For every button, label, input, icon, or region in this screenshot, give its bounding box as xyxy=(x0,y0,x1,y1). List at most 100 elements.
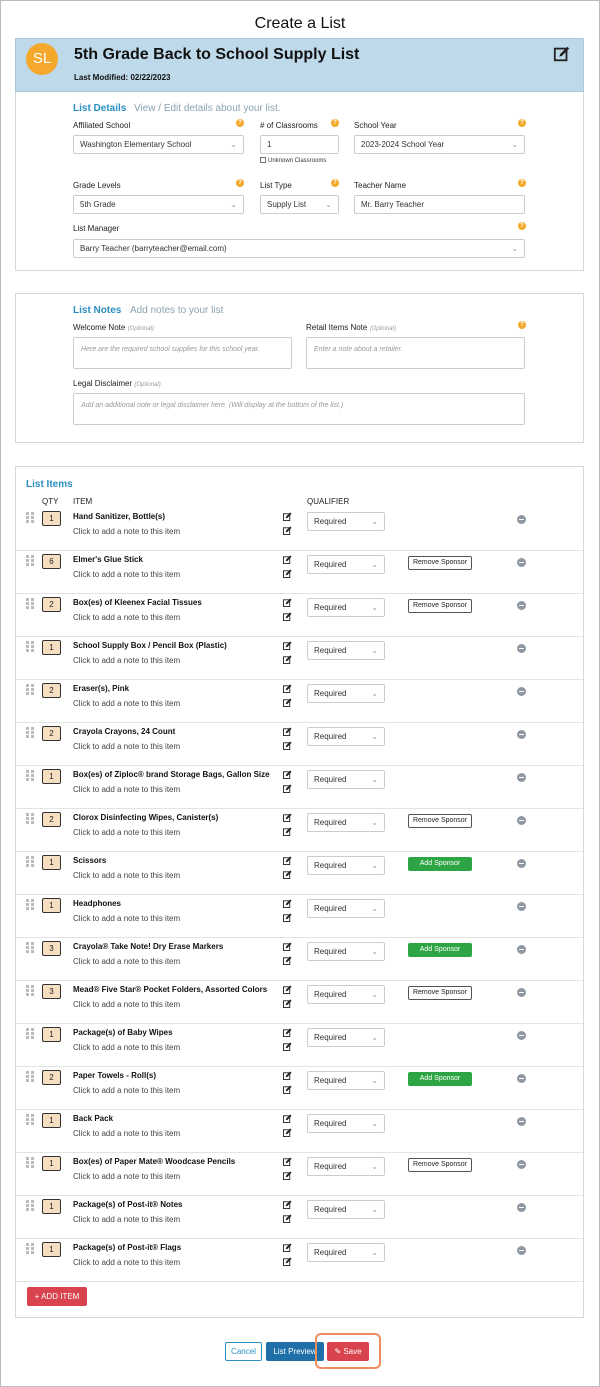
edit-note-icon[interactable] xyxy=(283,1128,292,1137)
drag-handle-icon[interactable] xyxy=(26,598,36,609)
quantity-field[interactable]: 6 xyxy=(42,554,61,569)
qualifier-select[interactable]: Required ⌄ xyxy=(307,598,385,617)
remove-sponsor-button[interactable]: Remove Sponsor xyxy=(408,1158,472,1172)
remove-item-icon[interactable] xyxy=(517,773,526,782)
edit-note-icon[interactable] xyxy=(283,741,292,750)
remove-item-icon[interactable] xyxy=(517,1031,526,1040)
item-note-link[interactable]: Click to add a note to this item xyxy=(73,957,180,966)
qualifier-select[interactable]: Required ⌄ xyxy=(307,512,385,531)
help-icon[interactable]: ? xyxy=(518,119,526,127)
qualifier-select[interactable]: Required ⌄ xyxy=(307,1157,385,1176)
remove-item-icon[interactable] xyxy=(517,515,526,524)
edit-item-icon[interactable] xyxy=(283,985,292,994)
drag-handle-icon[interactable] xyxy=(26,770,36,781)
quantity-field[interactable]: 1 xyxy=(42,1156,61,1171)
legal-disclaimer-textarea[interactable]: Add an additional note or legal disclaim… xyxy=(73,393,525,425)
quantity-field[interactable]: 1 xyxy=(42,1199,61,1214)
item-note-link[interactable]: Click to add a note to this item xyxy=(73,1043,180,1052)
item-note-link[interactable]: Click to add a note to this item xyxy=(73,1129,180,1138)
edit-item-icon[interactable] xyxy=(283,512,292,521)
edit-item-icon[interactable] xyxy=(283,899,292,908)
drag-handle-icon[interactable] xyxy=(26,1071,36,1082)
item-note-link[interactable]: Click to add a note to this item xyxy=(73,1215,180,1224)
qualifier-select[interactable]: Required ⌄ xyxy=(307,770,385,789)
help-icon[interactable]: ? xyxy=(518,321,526,329)
welcome-note-textarea[interactable]: Here are the required school supplies fo… xyxy=(73,337,292,369)
qualifier-select[interactable]: Required ⌄ xyxy=(307,1071,385,1090)
add-item-button[interactable]: + ADD ITEM xyxy=(27,1287,87,1306)
quantity-field[interactable]: 2 xyxy=(42,1070,61,1085)
remove-item-icon[interactable] xyxy=(517,1246,526,1255)
remove-item-icon[interactable] xyxy=(517,1074,526,1083)
edit-note-icon[interactable] xyxy=(283,655,292,664)
quantity-field[interactable]: 1 xyxy=(42,1113,61,1128)
item-note-link[interactable]: Click to add a note to this item xyxy=(73,785,180,794)
help-icon[interactable]: ? xyxy=(331,179,339,187)
drag-handle-icon[interactable] xyxy=(26,555,36,566)
edit-list-icon[interactable] xyxy=(553,45,571,63)
item-note-link[interactable]: Click to add a note to this item xyxy=(73,828,180,837)
quantity-field[interactable]: 2 xyxy=(42,683,61,698)
item-note-link[interactable]: Click to add a note to this item xyxy=(73,613,180,622)
drag-handle-icon[interactable] xyxy=(26,512,36,523)
remove-item-icon[interactable] xyxy=(517,816,526,825)
item-note-link[interactable]: Click to add a note to this item xyxy=(73,914,180,923)
qualifier-select[interactable]: Required ⌄ xyxy=(307,942,385,961)
drag-handle-icon[interactable] xyxy=(26,684,36,695)
edit-note-icon[interactable] xyxy=(283,999,292,1008)
edit-item-icon[interactable] xyxy=(283,942,292,951)
edit-item-icon[interactable] xyxy=(283,1243,292,1252)
quantity-field[interactable]: 1 xyxy=(42,898,61,913)
classrooms-input[interactable]: 1 xyxy=(260,135,339,154)
drag-handle-icon[interactable] xyxy=(26,641,36,652)
edit-note-icon[interactable] xyxy=(283,1171,292,1180)
item-note-link[interactable]: Click to add a note to this item xyxy=(73,742,180,751)
drag-handle-icon[interactable] xyxy=(26,985,36,996)
quantity-field[interactable]: 1 xyxy=(42,511,61,526)
quantity-field[interactable]: 1 xyxy=(42,640,61,655)
checkbox-icon[interactable] xyxy=(260,157,266,163)
remove-item-icon[interactable] xyxy=(517,730,526,739)
edit-note-icon[interactable] xyxy=(283,526,292,535)
edit-note-icon[interactable] xyxy=(283,956,292,965)
help-icon[interactable]: ? xyxy=(236,119,244,127)
edit-item-icon[interactable] xyxy=(283,813,292,822)
drag-handle-icon[interactable] xyxy=(26,1028,36,1039)
qualifier-select[interactable]: Required ⌄ xyxy=(307,813,385,832)
qualifier-select[interactable]: Required ⌄ xyxy=(307,684,385,703)
qualifier-select[interactable]: Required ⌄ xyxy=(307,727,385,746)
remove-item-icon[interactable] xyxy=(517,859,526,868)
qualifier-select[interactable]: Required ⌄ xyxy=(307,856,385,875)
qualifier-select[interactable]: Required ⌄ xyxy=(307,985,385,1004)
edit-note-icon[interactable] xyxy=(283,870,292,879)
grade-levels-select[interactable]: 5th Grade ⌄ xyxy=(73,195,244,214)
qualifier-select[interactable]: Required ⌄ xyxy=(307,1114,385,1133)
quantity-field[interactable]: 2 xyxy=(42,812,61,827)
edit-item-icon[interactable] xyxy=(283,1028,292,1037)
drag-handle-icon[interactable] xyxy=(26,1157,36,1168)
qualifier-select[interactable]: Required ⌄ xyxy=(307,641,385,660)
edit-item-icon[interactable] xyxy=(283,1157,292,1166)
add-sponsor-button[interactable]: Add Sponsor xyxy=(408,857,472,871)
item-note-link[interactable]: Click to add a note to this item xyxy=(73,871,180,880)
cancel-button[interactable]: Cancel xyxy=(225,1342,262,1361)
school-year-select[interactable]: 2023-2024 School Year ⌄ xyxy=(354,135,525,154)
qualifier-select[interactable]: Required ⌄ xyxy=(307,1200,385,1219)
edit-item-icon[interactable] xyxy=(283,770,292,779)
edit-item-icon[interactable] xyxy=(283,598,292,607)
edit-note-icon[interactable] xyxy=(283,784,292,793)
list-type-select[interactable]: Supply List ⌄ xyxy=(260,195,339,214)
item-note-link[interactable]: Click to add a note to this item xyxy=(73,1172,180,1181)
remove-item-icon[interactable] xyxy=(517,687,526,696)
remove-item-icon[interactable] xyxy=(517,1117,526,1126)
drag-handle-icon[interactable] xyxy=(26,899,36,910)
qualifier-select[interactable]: Required ⌄ xyxy=(307,555,385,574)
drag-handle-icon[interactable] xyxy=(26,856,36,867)
add-sponsor-button[interactable]: Add Sponsor xyxy=(408,943,472,957)
affiliated-school-select[interactable]: Washington Elementary School ⌄ xyxy=(73,135,244,154)
drag-handle-icon[interactable] xyxy=(26,1200,36,1211)
edit-note-icon[interactable] xyxy=(283,1042,292,1051)
remove-item-icon[interactable] xyxy=(517,558,526,567)
item-note-link[interactable]: Click to add a note to this item xyxy=(73,1258,180,1267)
teacher-name-input[interactable]: Mr. Barry Teacher xyxy=(354,195,525,214)
